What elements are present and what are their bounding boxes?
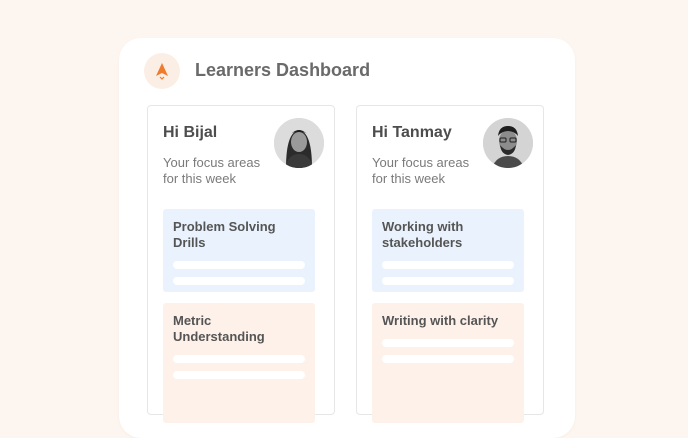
skeleton-line bbox=[382, 339, 514, 347]
skeleton-line bbox=[382, 261, 514, 269]
learner-greeting: Hi Bijal bbox=[163, 124, 218, 141]
avatar bbox=[274, 118, 324, 168]
skeleton-line bbox=[173, 261, 305, 269]
skeleton-line bbox=[173, 277, 305, 285]
learner-card-bijal[interactable]: Hi Bijal Your focus areas for this week … bbox=[147, 105, 335, 423]
learner-greeting: Hi Tanmay bbox=[372, 124, 452, 141]
focus-area-card[interactable]: Writing with clarity bbox=[372, 303, 524, 423]
focus-area-card[interactable]: Working with stakeholders bbox=[372, 209, 524, 292]
focus-area-title: Problem Solving Drills bbox=[173, 219, 276, 250]
app-logo bbox=[144, 53, 180, 89]
focus-subtitle: Your focus areas for this week bbox=[163, 155, 261, 186]
page-title: Learners Dashboard bbox=[195, 60, 371, 80]
avatar bbox=[483, 118, 533, 168]
learner-card-tanmay[interactable]: Hi Tanmay Your focus areas for this week… bbox=[356, 105, 544, 423]
skeleton-line bbox=[382, 277, 514, 285]
skeleton-line bbox=[173, 371, 305, 379]
skeleton-line bbox=[173, 355, 305, 363]
focus-area-title: Metric Understanding bbox=[173, 313, 265, 344]
focus-area-title: Writing with clarity bbox=[382, 313, 499, 328]
focus-area-card[interactable]: Metric Understanding bbox=[163, 303, 315, 423]
skeleton-line bbox=[382, 355, 514, 363]
focus-subtitle: Your focus areas for this week bbox=[372, 155, 470, 186]
focus-area-card[interactable]: Problem Solving Drills bbox=[163, 209, 315, 292]
focus-area-title: Working with stakeholders bbox=[382, 219, 464, 250]
rocket-icon bbox=[154, 62, 170, 80]
